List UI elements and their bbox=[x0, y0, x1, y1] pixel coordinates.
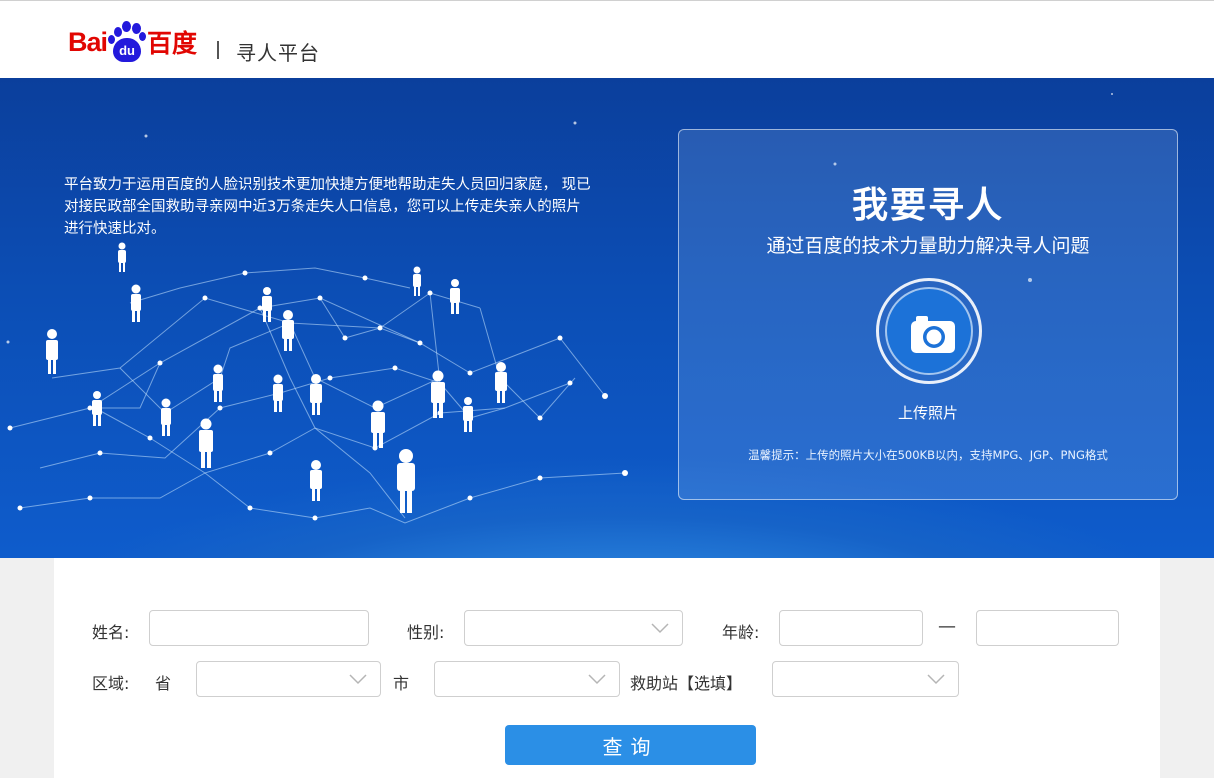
chevron-down-icon bbox=[651, 623, 669, 634]
logo-text-du: du bbox=[113, 38, 142, 62]
age-min-input[interactable] bbox=[779, 610, 923, 646]
header-divider bbox=[217, 41, 219, 59]
header: Bai du 百度 寻人平台 bbox=[0, 0, 1214, 78]
chevron-down-icon bbox=[349, 674, 367, 685]
upload-tip: 温馨提示：上传的照片大小在500KB以内，支持MPG、JGP、PNG格式 bbox=[748, 448, 1108, 462]
page-title: 寻人平台 bbox=[236, 41, 320, 65]
upload-photo-label: 上传照片 bbox=[897, 404, 958, 422]
name-label: 姓名: bbox=[92, 623, 130, 642]
chevron-down-icon bbox=[927, 674, 945, 685]
panel-title: 我要寻人 bbox=[851, 185, 1004, 226]
city-label: 市 bbox=[393, 674, 410, 693]
gender-label: 性别: bbox=[407, 623, 445, 642]
province-select[interactable] bbox=[196, 661, 381, 697]
query-button[interactable]: 查询 bbox=[505, 725, 756, 765]
chevron-down-icon bbox=[588, 674, 606, 685]
age-max-input[interactable] bbox=[976, 610, 1119, 646]
hero-banner: 平台致力于运用百度的人脸识别技术更加快捷方便地帮助走失人员回归家庭， 现已对接民… bbox=[0, 78, 1214, 558]
logo-text-cn: 百度 bbox=[147, 29, 198, 58]
region-label: 区域: bbox=[92, 674, 130, 693]
camera-icon bbox=[885, 287, 973, 375]
age-separator: — bbox=[938, 616, 956, 637]
paw-icon: du bbox=[108, 21, 147, 63]
gender-select[interactable] bbox=[464, 610, 683, 646]
name-input[interactable] bbox=[149, 610, 369, 646]
baidu-logo[interactable]: Bai du 百度 bbox=[68, 19, 197, 65]
rescue-station-label: 救助站【选填】 bbox=[630, 674, 743, 693]
city-select[interactable] bbox=[434, 661, 620, 697]
upload-photo-button[interactable] bbox=[876, 278, 982, 384]
province-label: 省 bbox=[155, 674, 172, 693]
banner-description: 平台致力于运用百度的人脸识别技术更加快捷方便地帮助走失人员回归家庭， 现已对接民… bbox=[64, 177, 591, 237]
find-person-panel: 我要寻人 通过百度的技术力量助力解决寻人问题 上传照片 温馨提示：上传的照片大小… bbox=[678, 129, 1178, 500]
age-label: 年龄: bbox=[722, 623, 760, 642]
panel-subtitle: 通过百度的技术力量助力解决寻人问题 bbox=[766, 235, 1090, 257]
search-form: 姓名: 性别: 年龄: — 区域: 省 市 救助站【选填】 查询 bbox=[54, 558, 1160, 778]
logo-text-bai: Bai bbox=[68, 26, 108, 57]
rescue-station-select[interactable] bbox=[772, 661, 959, 697]
